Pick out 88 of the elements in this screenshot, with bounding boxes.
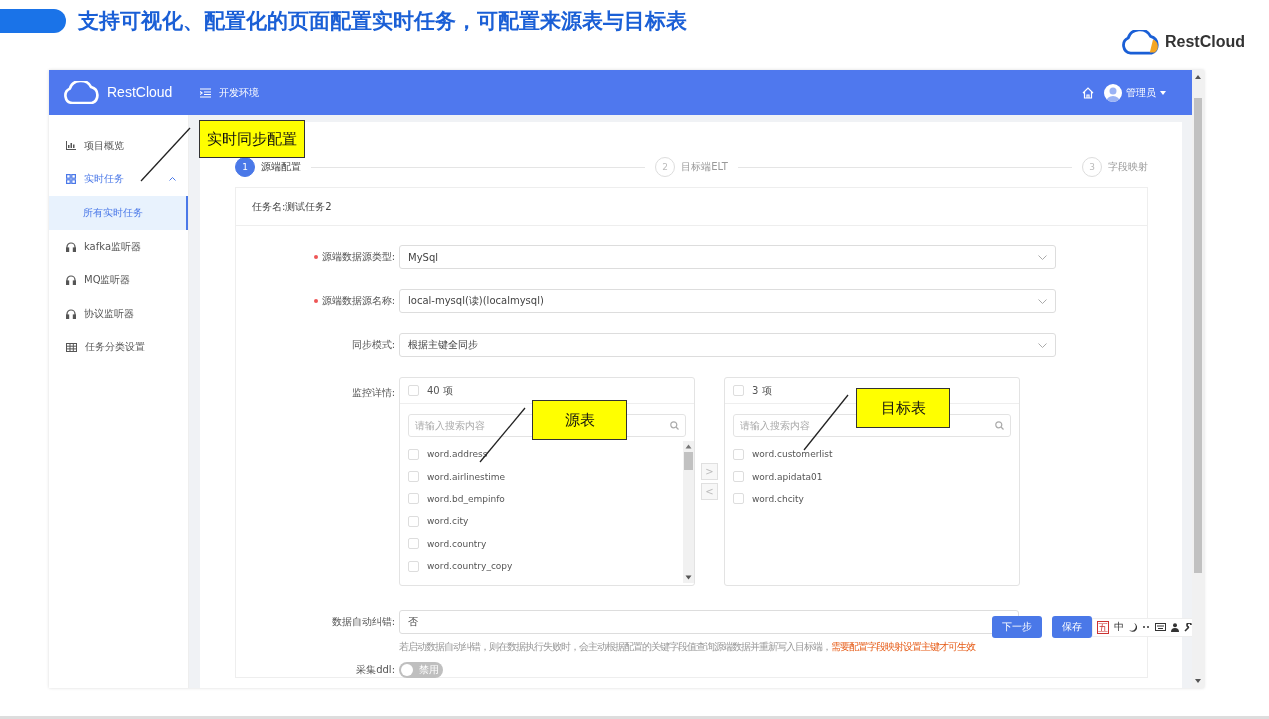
title-accent-bar (0, 9, 66, 33)
moon-icon[interactable] (1129, 622, 1137, 632)
avatar-icon[interactable] (1104, 83, 1122, 102)
checkbox[interactable] (408, 515, 419, 527)
scrollbar[interactable] (1192, 70, 1204, 688)
field-label: 同步模式: (351, 339, 395, 350)
table-name[interactable]: word.city (427, 516, 469, 527)
headset-icon (66, 241, 76, 252)
sidebar-item[interactable]: MQ监听器 (49, 263, 188, 297)
punctuation-icon[interactable] (1142, 624, 1150, 630)
callout-label: 实时同步配置 (199, 120, 305, 158)
home-icon[interactable] (1082, 86, 1094, 99)
item-count: 3 项 (752, 383, 772, 398)
task-name: 任务名:测试任务2 (236, 188, 1147, 226)
headset-icon (66, 308, 76, 319)
sidebar-item[interactable]: 项目概览 (49, 129, 188, 163)
cloud-logo-icon (1121, 30, 1161, 55)
table-name[interactable]: word.address (427, 449, 488, 460)
table-name[interactable]: word.country_copy (427, 561, 513, 572)
field-label: 源端数据源名称: (321, 295, 395, 306)
checkbox[interactable] (733, 385, 744, 396)
field-label: 源端数据源类型: (321, 251, 395, 262)
callout-label: 源表 (532, 400, 627, 440)
scroll-down-icon[interactable] (685, 575, 692, 580)
scroll-thumb[interactable] (1194, 98, 1202, 573)
person-icon[interactable] (1171, 622, 1179, 632)
dropdown-chevron-icon (1038, 254, 1047, 260)
item-count: 40 项 (427, 383, 453, 398)
checkbox[interactable] (408, 560, 419, 572)
bar-chart-icon (66, 141, 76, 151)
sidebar-item[interactable]: 实时任务 (49, 162, 188, 197)
checkbox[interactable] (733, 471, 744, 483)
step-label: 目标端ELT (681, 160, 728, 174)
scroll-up-icon[interactable] (1194, 74, 1202, 80)
step-label: 字段映射 (1108, 160, 1148, 174)
grid-icon (66, 174, 76, 185)
select-field[interactable]: local-mysql(读)(localmysql) (399, 289, 1056, 313)
scroll-thumb[interactable] (684, 452, 693, 470)
chevron-icon (169, 177, 176, 182)
caret-icon[interactable] (1160, 90, 1166, 95)
search-icon[interactable] (670, 421, 679, 430)
environment-label[interactable]: 开发环境 (219, 85, 259, 100)
table-name[interactable]: word.customerlist (752, 449, 833, 460)
scrollbar[interactable] (683, 441, 694, 583)
action-button[interactable]: 保存 (1052, 616, 1092, 638)
ime-button[interactable]: 中 (1114, 620, 1124, 634)
hint-text: 若启动数据自动纠错，则在数据执行失败时，会主动根据配置的关键字段值查询源端数据并重新写入目标端，需要配置字段映射设置主键才可生效 (399, 640, 977, 654)
step-label: 源端配置 (261, 160, 301, 174)
checkbox[interactable] (408, 493, 419, 505)
table-icon (66, 342, 77, 352)
cloud-logo-icon (63, 80, 101, 105)
keyboard-icon[interactable] (1155, 623, 1166, 631)
dropdown-chevron-icon (1038, 342, 1047, 348)
select-field[interactable]: 根据主键全同步 (399, 333, 1056, 357)
field-label: 采集ddl: (356, 664, 395, 675)
table-name[interactable]: word.country (427, 538, 487, 549)
dropdown-chevron-icon (1038, 298, 1047, 304)
action-button[interactable]: 下一步 (992, 616, 1042, 638)
checkbox[interactable] (408, 538, 419, 550)
scroll-up-icon[interactable] (685, 444, 692, 449)
field-label: 监控详情: (351, 387, 395, 398)
logo-text: RestCloud (1165, 33, 1245, 52)
user-menu[interactable]: 管理员 (1126, 85, 1156, 100)
headset-icon (66, 275, 76, 286)
scroll-down-icon[interactable] (1194, 678, 1202, 684)
checkbox[interactable] (733, 493, 744, 505)
slide-title: 支持可视化、配置化的页面配置实时任务，可配置来源表与目标表 (78, 8, 687, 35)
table-name[interactable]: word.airlinestime (427, 471, 505, 482)
sidebar-item[interactable]: 任务分类设置 (49, 330, 188, 365)
table-name[interactable]: word.chcity (752, 493, 804, 504)
checkbox[interactable] (733, 448, 744, 460)
sidebar-item[interactable]: kafka监听器 (49, 229, 188, 264)
table-name[interactable]: word.bd_empinfo (427, 493, 505, 504)
field-label: 数据自动纠错: (331, 616, 395, 627)
checkbox[interactable] (408, 448, 419, 460)
callout-label: 目标表 (856, 388, 950, 428)
sidebar-item[interactable]: 所有实时任务 (49, 196, 188, 230)
checkbox[interactable] (408, 471, 419, 483)
step-number: 1 (235, 157, 255, 177)
brand-name: RestCloud (107, 84, 173, 101)
table-name[interactable]: word.apidata01 (752, 471, 823, 482)
menu-indent-icon[interactable] (200, 87, 211, 98)
leader-line (140, 127, 191, 182)
select-field[interactable]: MySql (399, 245, 1056, 269)
search-icon[interactable] (995, 421, 1004, 430)
ime-button[interactable]: 五 (1097, 620, 1109, 634)
checkbox[interactable] (408, 385, 419, 396)
sidebar-item[interactable]: 协议监听器 (49, 296, 188, 331)
